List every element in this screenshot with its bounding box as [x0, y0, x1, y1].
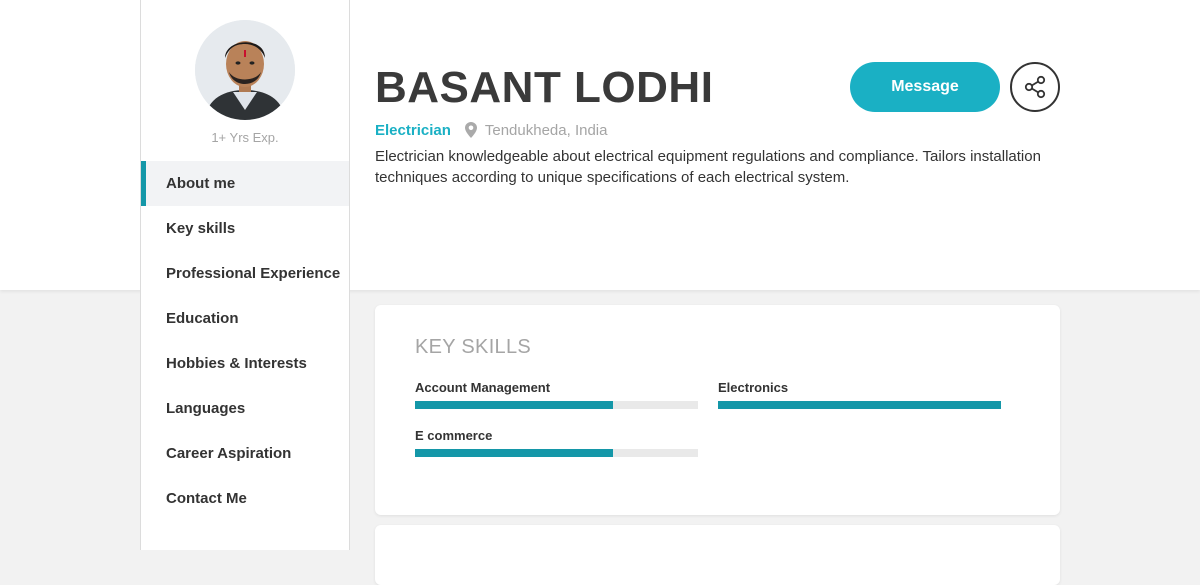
- role-label: Electrician: [375, 121, 451, 139]
- key-skills-title: KEY SKILLS: [415, 336, 532, 358]
- next-section-card: [375, 525, 1060, 585]
- skill-bar-fill: [718, 401, 1001, 409]
- sidebar-item-key-skills[interactable]: Key skills: [141, 206, 349, 251]
- sidebar: 1+ Yrs Exp. About me Key skills Professi…: [140, 0, 350, 550]
- location-label: Tendukheda, India: [484, 121, 608, 139]
- key-skills-card: KEY SKILLS Account Management Electronic…: [375, 305, 1060, 515]
- skill-bar: [415, 401, 698, 409]
- sidebar-item-about-me[interactable]: About me: [141, 161, 349, 206]
- skill-item: Account Management: [415, 379, 698, 409]
- skill-item: Electronics: [718, 379, 1001, 409]
- skill-bar-fill: [415, 449, 614, 457]
- sidebar-item-career-aspiration[interactable]: Career Aspiration: [141, 431, 349, 476]
- sidebar-item-professional-experience[interactable]: Professional Experience: [141, 251, 349, 296]
- profile-summary: Electrician knowledgeable about electric…: [375, 148, 1041, 186]
- sidebar-item-hobbies-interests[interactable]: Hobbies & Interests: [141, 341, 349, 386]
- share-icon: [1024, 75, 1046, 99]
- sidebar-item-education[interactable]: Education: [141, 296, 349, 341]
- skill-name: Account Management: [415, 380, 551, 395]
- avatar: [195, 20, 295, 120]
- sidebar-item-languages[interactable]: Languages: [141, 386, 349, 431]
- share-button[interactable]: [1010, 62, 1060, 112]
- experience-label: 1+ Yrs Exp.: [211, 130, 279, 145]
- profile-name: BASANT LODHI: [375, 63, 714, 112]
- skill-bar: [718, 401, 1001, 409]
- skill-name: E commerce: [415, 428, 493, 443]
- skill-name: Electronics: [718, 380, 789, 395]
- profile-meta: Electrician Tendukheda, India: [375, 120, 607, 140]
- skill-bar-fill: [415, 401, 614, 409]
- message-button[interactable]: Message: [850, 62, 1000, 112]
- sidebar-nav: About me Key skills Professional Experie…: [141, 161, 349, 521]
- skill-item: E commerce: [415, 427, 698, 457]
- location-pin-icon: [464, 122, 477, 138]
- sidebar-item-contact-me[interactable]: Contact Me: [141, 476, 349, 521]
- skill-bar: [415, 449, 698, 457]
